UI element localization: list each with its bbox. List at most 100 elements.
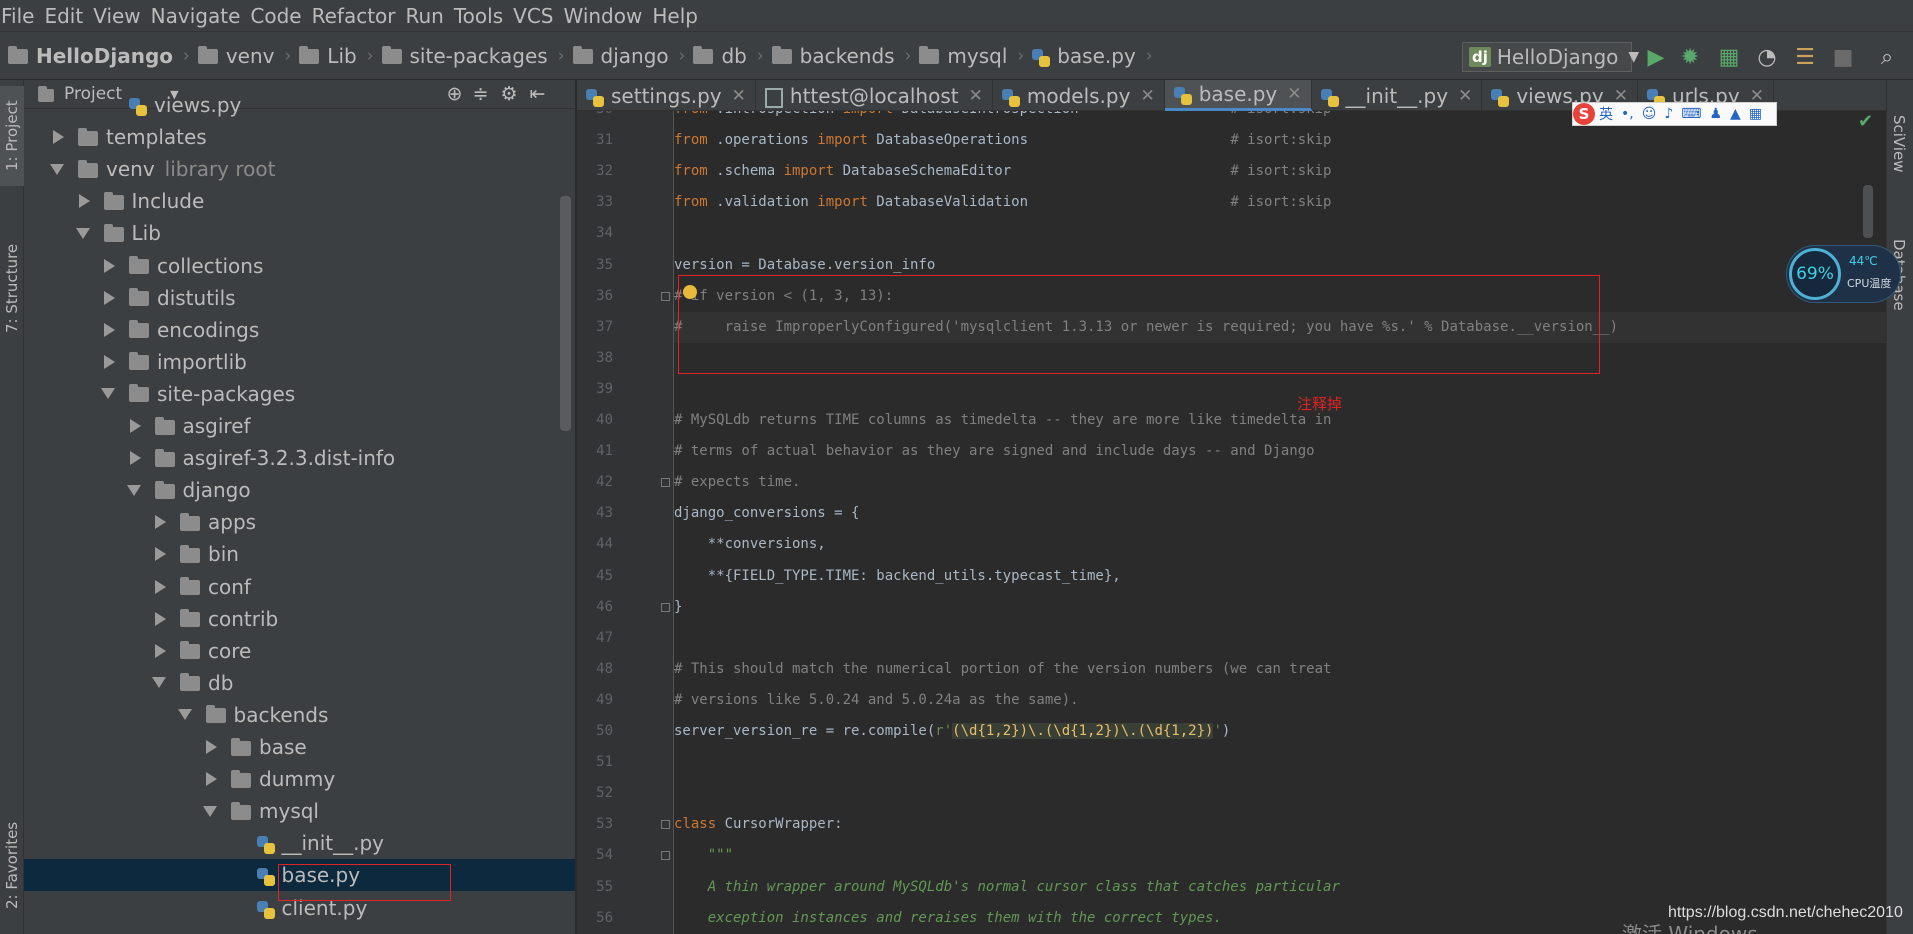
chevron-right-icon[interactable] bbox=[53, 130, 64, 145]
tree-folder-item[interactable]: asgiref bbox=[24, 410, 575, 442]
tree-folder-item[interactable]: importlib bbox=[24, 346, 575, 378]
code-editor[interactable]: 30 31 32 33 34 35 36 37 38 39 40 41 42 43 44 45 46 47 48 49… bbox=[577, 111, 1886, 934]
tree-scrollbar[interactable] bbox=[560, 196, 571, 431]
breadcrumb-item[interactable]: mysql › bbox=[919, 44, 1032, 68]
code-line[interactable]: # expects time. bbox=[674, 467, 1886, 498]
coverage-icon[interactable]: ▦ bbox=[1716, 44, 1742, 70]
microphone-icon[interactable]: ♪ bbox=[1664, 106, 1673, 122]
chevron-down-icon[interactable] bbox=[177, 709, 192, 721]
code-line[interactable] bbox=[674, 374, 1886, 405]
editor-scrollbar[interactable] bbox=[1863, 185, 1873, 238]
menu-tools[interactable]: Tools bbox=[453, 4, 508, 28]
chevron-right-icon[interactable] bbox=[155, 643, 166, 658]
menu-refactor[interactable]: Refactor bbox=[311, 4, 401, 28]
tree-folder-item[interactable]: asgiref-3.2.3.dist-info bbox=[24, 442, 575, 474]
breadcrumb-item[interactable]: backends › bbox=[771, 44, 920, 68]
tree-folder-item[interactable]: conf bbox=[24, 571, 575, 603]
code-line[interactable]: # MySQLdb returns TIME columns as timede… bbox=[674, 405, 1886, 436]
code-line[interactable]: from .validation import DatabaseValidati… bbox=[674, 187, 1886, 218]
tree-folder-item[interactable]: venv library root bbox=[24, 153, 575, 185]
breadcrumb-item[interactable]: site-packages › bbox=[381, 44, 573, 68]
tree-folder-item[interactable]: mysql bbox=[24, 795, 575, 827]
chevron-right-icon[interactable] bbox=[155, 515, 166, 530]
menu-window[interactable]: Window bbox=[562, 4, 647, 28]
tree-folder-item[interactable]: core bbox=[24, 635, 575, 667]
tree-folder-item[interactable]: Include bbox=[24, 185, 575, 217]
stop-icon[interactable]: ■ bbox=[1830, 44, 1856, 70]
chevron-right-icon[interactable] bbox=[129, 419, 141, 433]
run-configuration-select[interactable]: dj HelloDjango ▼ bbox=[1462, 42, 1639, 72]
tree-folder-item[interactable]: dummy bbox=[24, 763, 575, 795]
chevron-right-icon[interactable] bbox=[206, 772, 217, 787]
tab-structure[interactable]: 7: Structure bbox=[0, 228, 24, 348]
chevron-right-icon[interactable] bbox=[155, 579, 166, 594]
chevron-down-icon[interactable] bbox=[203, 805, 217, 817]
tree-folder-item[interactable]: distutils bbox=[24, 282, 575, 314]
tree-folder-item[interactable]: bin bbox=[24, 538, 575, 570]
chevron-right-icon[interactable] bbox=[104, 258, 115, 273]
code-line[interactable]: from .schema import DatabaseSchemaEditor… bbox=[674, 156, 1886, 187]
code-line[interactable]: **{FIELD_TYPE.TIME: backend_utils.typeca… bbox=[674, 561, 1886, 592]
tree-folder-item[interactable]: templates bbox=[24, 121, 575, 153]
code-line[interactable] bbox=[674, 218, 1886, 249]
code-line[interactable] bbox=[674, 747, 1886, 778]
tree-folder-item[interactable]: django bbox=[24, 474, 575, 506]
close-icon[interactable]: ✕ bbox=[969, 86, 983, 106]
tree-folder-item[interactable]: base bbox=[24, 731, 575, 763]
tree-file-item[interactable]: __init__.py bbox=[24, 827, 575, 859]
tab-httest-localhost[interactable]: httest@localhost ✕ bbox=[756, 80, 993, 111]
chevron-down-icon[interactable] bbox=[126, 484, 141, 496]
fold-marker-icon[interactable] bbox=[661, 478, 670, 488]
breadcrumb-item[interactable]: Lib › bbox=[299, 44, 381, 68]
close-icon[interactable]: ✕ bbox=[1287, 84, 1301, 104]
chevron-right-icon[interactable] bbox=[104, 290, 115, 305]
menu-code[interactable]: Code bbox=[249, 4, 306, 28]
chevron-right-icon[interactable] bbox=[155, 547, 166, 562]
user-icon[interactable]: ♟ bbox=[1709, 106, 1722, 122]
code-line[interactable]: } bbox=[674, 592, 1886, 623]
tab-sciview[interactable]: SciView bbox=[1887, 94, 1911, 194]
ime-mode[interactable]: 英 bbox=[1599, 104, 1613, 124]
breadcrumb-item[interactable]: db › bbox=[693, 44, 771, 68]
tree-folder-item[interactable]: site-packages bbox=[24, 378, 575, 410]
code-line[interactable]: from .operations import DatabaseOperatio… bbox=[674, 125, 1886, 156]
tree-folder-item[interactable]: contrib bbox=[24, 603, 575, 635]
fold-marker-icon[interactable] bbox=[661, 851, 670, 861]
breadcrumb-item[interactable]: base.py › bbox=[1032, 44, 1160, 68]
tab-init-py[interactable]: __init__.py ✕ bbox=[1312, 80, 1483, 111]
menu-view[interactable]: View bbox=[92, 4, 145, 28]
tree-folder-item[interactable]: db bbox=[24, 667, 575, 699]
code-line[interactable] bbox=[674, 623, 1886, 654]
fold-marker-icon[interactable] bbox=[661, 291, 670, 301]
code-line[interactable]: server_version_re = re.compile(r'(\d{1,2… bbox=[674, 716, 1886, 747]
profile-icon[interactable]: ◔ bbox=[1754, 44, 1780, 70]
tab-base-py[interactable]: base.py ✕ bbox=[1164, 80, 1312, 111]
chevron-right-icon[interactable] bbox=[104, 354, 115, 369]
tree-folder-item[interactable]: backends bbox=[24, 699, 575, 731]
chevron-right-icon[interactable] bbox=[78, 194, 90, 209]
chevron-right-icon[interactable] bbox=[129, 451, 141, 466]
breadcrumb-item[interactable]: django › bbox=[572, 44, 694, 68]
code-line[interactable]: django_conversions = { bbox=[674, 498, 1886, 529]
close-icon[interactable]: ✕ bbox=[1458, 86, 1472, 106]
fold-marker-icon[interactable] bbox=[661, 602, 670, 612]
code-line[interactable]: # terms of actual behavior as they are s… bbox=[674, 436, 1886, 467]
code-line[interactable]: **conversions, bbox=[674, 529, 1886, 560]
fold-marker-icon[interactable] bbox=[661, 820, 670, 830]
menu-edit[interactable]: Edit bbox=[43, 4, 88, 28]
chevron-right-icon[interactable] bbox=[206, 740, 217, 754]
menu-run[interactable]: Run bbox=[405, 4, 449, 28]
tree-folder-item[interactable]: Lib bbox=[24, 217, 575, 249]
breadcrumb-item[interactable]: HelloDjango › bbox=[8, 44, 198, 68]
search-icon[interactable]: ⌕ bbox=[1874, 44, 1900, 70]
tab-project[interactable]: 1: Project bbox=[0, 86, 24, 186]
chevron-right-icon[interactable] bbox=[155, 611, 166, 626]
code-line[interactable]: # versions like 5.0.24 and 5.0.24a as th… bbox=[674, 685, 1886, 716]
tree-folder-item[interactable]: encodings bbox=[24, 314, 575, 346]
tree-folder-item[interactable]: collections bbox=[24, 250, 575, 282]
close-icon[interactable]: ✕ bbox=[1140, 86, 1154, 106]
keyboard-icon[interactable]: ⌨ bbox=[1681, 106, 1701, 122]
grid-icon[interactable]: ▦ bbox=[1749, 106, 1762, 122]
code-line[interactable]: # This should match the numerical portio… bbox=[674, 654, 1886, 685]
debug-icon[interactable]: ✹ bbox=[1677, 44, 1703, 70]
